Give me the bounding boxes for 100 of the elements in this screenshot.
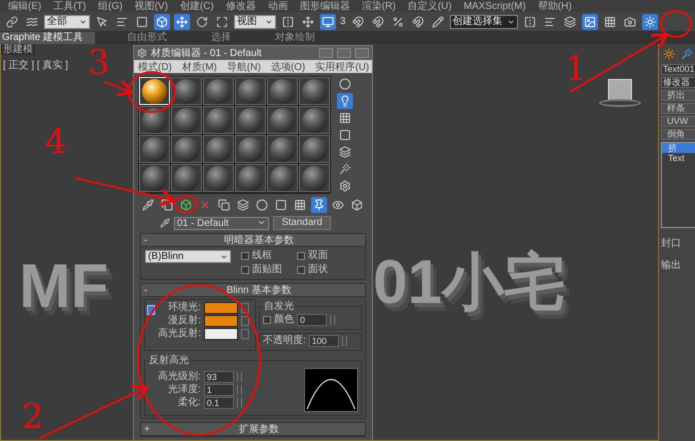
spinner-icon <box>330 315 335 325</box>
collapse-sign: - <box>144 234 148 246</box>
sphere-preview <box>270 108 295 132</box>
modifier-button[interactable]: 挤出 <box>661 90 695 101</box>
menu-item[interactable]: MAXScript(M) <box>464 0 526 12</box>
checkbox[interactable] <box>263 316 271 324</box>
sphere-preview <box>174 166 199 190</box>
color-swatch[interactable] <box>204 328 238 340</box>
sphere-preview <box>302 78 327 104</box>
menu-item[interactable]: 修改器 <box>226 0 256 12</box>
square-icon[interactable] <box>337 127 353 143</box>
shader-dropdown[interactable]: (B)Blinn <box>145 250 231 263</box>
modifier-button[interactable]: 样条 <box>661 103 695 114</box>
sphere-preview <box>270 166 295 190</box>
group-title: 反射高光 <box>148 354 190 367</box>
ribbon-tab[interactable]: 自由形式 <box>125 32 180 44</box>
modifier-button[interactable]: UVW <box>661 116 695 127</box>
box-icon[interactable] <box>154 14 170 30</box>
wand-icon[interactable] <box>337 161 353 177</box>
spinner-icon <box>342 336 347 346</box>
number-field[interactable]: 1 <box>204 384 234 396</box>
checkbox[interactable] <box>241 266 249 274</box>
layers-icon[interactable] <box>562 14 578 30</box>
object-name-field[interactable]: Text001 <box>661 64 695 75</box>
pencil-icon[interactable] <box>430 14 446 30</box>
pin-icon[interactable] <box>311 197 327 213</box>
sphere-preview <box>206 136 231 162</box>
menu-item[interactable]: 模式(D) <box>138 60 172 74</box>
sphere-preview <box>238 108 263 132</box>
backlight-icon[interactable] <box>337 93 353 109</box>
sphere-preview <box>142 108 167 132</box>
field-label: 不透明度: <box>263 335 306 347</box>
annotation-circle <box>128 71 176 113</box>
material-type-button[interactable]: Standard <box>273 216 331 230</box>
checker-icon[interactable] <box>337 110 353 126</box>
sphere-preview <box>302 166 327 190</box>
viewport[interactable] <box>0 44 659 441</box>
checkbox[interactable] <box>297 266 305 274</box>
ribbon-tab[interactable]: 选择 <box>209 32 244 44</box>
mirror-icon[interactable] <box>280 14 296 30</box>
menu-item[interactable]: 编辑(E) <box>8 0 42 12</box>
ribbon-panel-label: 形建模 <box>1 44 35 55</box>
menu-item[interactable]: 创建(C) <box>180 0 214 12</box>
field-label: 柔化: <box>178 397 201 409</box>
number-field[interactable]: 93 <box>204 371 234 383</box>
rollout-header[interactable]: - Blinn 基本参数 <box>141 284 365 297</box>
collapse-sign: - <box>144 284 148 296</box>
modifier-button[interactable]: 倒角 <box>661 129 695 140</box>
options-icon[interactable] <box>337 178 353 194</box>
sphere-preview <box>174 108 199 132</box>
stack-item[interactable]: Text <box>662 153 695 163</box>
snap-label: 3 <box>340 16 346 27</box>
number-field[interactable]: 0 <box>297 314 327 326</box>
number-field[interactable]: 100 <box>308 335 339 347</box>
screen-icon[interactable] <box>320 14 336 30</box>
link-icon[interactable] <box>4 14 20 30</box>
stack-item[interactable]: 挤 <box>662 143 695 153</box>
menu-item[interactable]: 动画 <box>268 0 288 12</box>
menu-item[interactable]: 选项(O) <box>270 60 306 74</box>
menu-item[interactable]: 图形编辑器 <box>300 0 350 12</box>
annotation-number: 3 <box>88 46 110 80</box>
menu-item[interactable]: 实用程序(U) <box>315 60 370 74</box>
color-label: 高光反射: <box>158 328 201 340</box>
sphere-preview <box>206 108 231 132</box>
sphere-icon[interactable] <box>337 76 353 92</box>
checkbox[interactable] <box>297 252 305 260</box>
annotation-number: 1 <box>565 52 587 86</box>
sphere-preview <box>142 166 167 190</box>
menu-item[interactable]: 组(G) <box>98 0 123 12</box>
checkbox-label: 线框 <box>252 250 272 262</box>
pipette-icon <box>160 218 170 228</box>
checkbox[interactable] <box>241 252 249 260</box>
menu-item[interactable]: 材质(M) <box>182 60 217 74</box>
pipette-icon[interactable] <box>140 197 156 213</box>
modifier-list-dropdown[interactable]: 修改器 <box>661 77 695 88</box>
number-field[interactable]: 0.1 <box>204 397 234 409</box>
menu-item[interactable]: 自定义(U) <box>408 0 452 12</box>
material-name-field[interactable]: 01 - Default <box>174 216 269 230</box>
color-swatch[interactable] <box>204 315 238 327</box>
sphere-preview <box>238 136 263 162</box>
menu-item[interactable]: 导航(N) <box>226 60 261 74</box>
ribbon-tab[interactable]: Graphite 建模工具 <box>0 32 96 44</box>
menu-item[interactable]: 工具(T) <box>53 0 86 12</box>
rollout-header[interactable]: - 明暗器基本参数 <box>141 234 365 247</box>
menu-item[interactable]: 帮助(H) <box>538 0 572 12</box>
menu-item[interactable]: 渲染(R) <box>362 0 396 12</box>
sphere-preview <box>142 136 167 162</box>
color-swatch[interactable] <box>204 302 238 314</box>
copy-icon[interactable] <box>216 197 232 213</box>
ribbon-tab[interactable]: 对象绘制 <box>273 32 328 44</box>
sphere-preview <box>142 78 167 104</box>
sphere-preview <box>238 78 263 104</box>
annotation-number: 4 <box>45 125 67 159</box>
rollout-header[interactable]: + 扩展参数 <box>141 423 365 436</box>
selection-filter-dropdown[interactable]: 全部 <box>44 14 90 28</box>
coordinate-dropdown[interactable]: 视图 <box>234 14 276 28</box>
annotation-circle <box>174 195 198 213</box>
named-selection-dropdown[interactable]: 创建选择集 <box>450 14 518 28</box>
move-icon[interactable] <box>174 14 190 30</box>
menu-item[interactable]: 视图(V) <box>134 0 168 12</box>
